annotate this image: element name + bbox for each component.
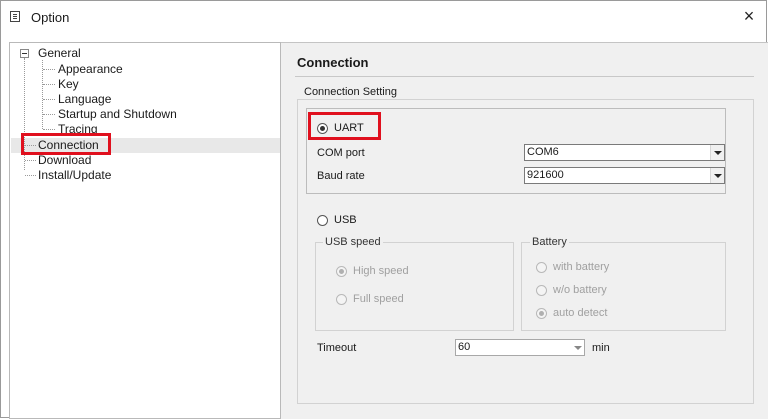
battery-group bbox=[521, 242, 726, 331]
with-battery-radio[interactable] bbox=[536, 262, 547, 273]
window-title: Option bbox=[31, 10, 70, 25]
title-divider bbox=[295, 76, 754, 77]
title-bar: Option × bbox=[1, 1, 766, 33]
collapse-toggle-icon[interactable] bbox=[20, 49, 29, 58]
uart-label: UART bbox=[334, 122, 364, 134]
tree-item-key[interactable]: Key bbox=[58, 77, 79, 91]
uart-radio[interactable] bbox=[317, 123, 328, 134]
full-speed-radio[interactable] bbox=[336, 294, 347, 305]
tree-item-connection[interactable]: Connection bbox=[38, 138, 99, 152]
chevron-down-icon[interactable] bbox=[710, 168, 724, 183]
tree-item-general[interactable]: General bbox=[38, 46, 81, 60]
chevron-down-icon[interactable] bbox=[571, 340, 584, 355]
app-icon bbox=[10, 11, 20, 22]
full-speed-label: Full speed bbox=[353, 293, 404, 305]
usb-speed-group bbox=[315, 242, 514, 331]
chevron-down-icon[interactable] bbox=[710, 145, 724, 160]
timeout-spinbox[interactable]: 60 bbox=[455, 339, 585, 356]
without-battery-label: w/o battery bbox=[553, 284, 607, 296]
options-tree: General Appearance Key Language Startup … bbox=[9, 42, 281, 419]
usb-speed-legend: USB speed bbox=[323, 236, 383, 248]
com-port-label: COM port bbox=[317, 147, 365, 159]
high-speed-label: High speed bbox=[353, 265, 409, 277]
timeout-label: Timeout bbox=[317, 342, 357, 354]
timeout-value: 60 bbox=[458, 341, 471, 353]
with-battery-label: with battery bbox=[553, 261, 610, 273]
battery-legend: Battery bbox=[530, 236, 569, 248]
tree-item-startup-shutdown[interactable]: Startup and Shutdown bbox=[58, 107, 177, 121]
baud-rate-value: 921600 bbox=[527, 169, 564, 181]
without-battery-radio[interactable] bbox=[536, 285, 547, 296]
tree-item-tracing[interactable]: Tracing bbox=[58, 122, 98, 136]
timeout-unit: min bbox=[592, 342, 610, 354]
auto-detect-label: auto detect bbox=[553, 307, 608, 319]
auto-detect-radio[interactable] bbox=[536, 308, 547, 319]
option-dialog: Option × General Appearance Key Language… bbox=[0, 0, 768, 419]
close-icon[interactable]: × bbox=[738, 5, 760, 27]
usb-radio[interactable] bbox=[317, 215, 328, 226]
page-title: Connection bbox=[297, 55, 369, 70]
settings-panel: Connection Connection Setting UART COM p… bbox=[281, 42, 768, 419]
baud-rate-select[interactable]: 921600 bbox=[524, 167, 725, 184]
tree-item-language[interactable]: Language bbox=[58, 92, 111, 106]
high-speed-radio[interactable] bbox=[336, 266, 347, 277]
connection-setting-legend: Connection Setting bbox=[302, 86, 399, 98]
tree-item-download[interactable]: Download bbox=[38, 153, 91, 167]
tree-item-appearance[interactable]: Appearance bbox=[58, 62, 123, 76]
com-port-select[interactable]: COM6 bbox=[524, 144, 725, 161]
tree-item-install-update[interactable]: Install/Update bbox=[38, 168, 111, 182]
usb-label: USB bbox=[334, 214, 357, 226]
baud-rate-label: Baud rate bbox=[317, 170, 365, 182]
com-port-value: COM6 bbox=[527, 146, 559, 158]
